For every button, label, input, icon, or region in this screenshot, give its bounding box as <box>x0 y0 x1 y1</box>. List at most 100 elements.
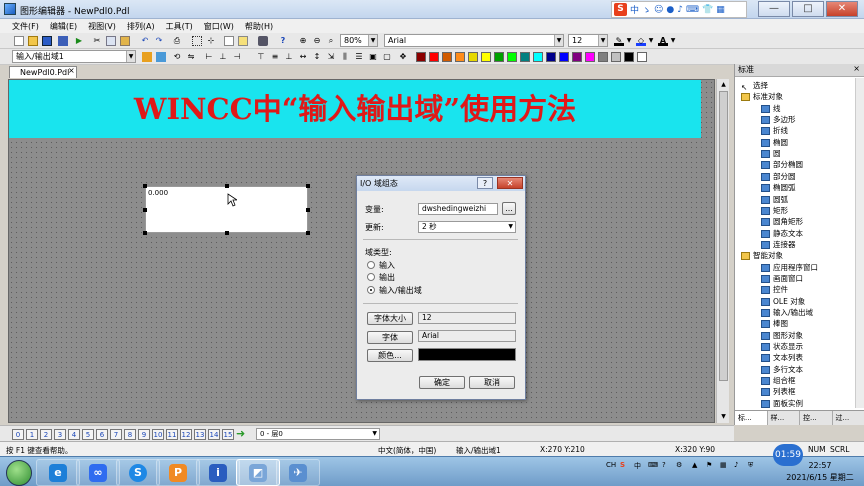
chevron-down-icon[interactable]: ▼ <box>598 35 607 46</box>
close-button[interactable]: ✕ <box>826 1 858 17</box>
page-tab-14[interactable]: 14 <box>208 429 220 440</box>
tray-keyboard-icon[interactable]: ⌨ <box>648 461 658 469</box>
palette-item[interactable]: ↖ 选择 <box>741 80 768 92</box>
tray-arrow-icon[interactable]: ▲ <box>692 461 697 469</box>
palette-color-swatch[interactable] <box>585 52 595 62</box>
palette-item[interactable]: OLE 对象 <box>761 296 805 307</box>
copy-icon[interactable] <box>106 36 116 46</box>
palette-scrollbar[interactable] <box>855 78 864 408</box>
menu-tools[interactable]: 工具(T) <box>166 21 193 32</box>
page-tab-11[interactable]: 11 <box>166 429 178 440</box>
palette-color-swatch[interactable] <box>455 52 465 62</box>
resize-handle[interactable] <box>306 208 310 212</box>
ime-punct-icon[interactable]: ゝ <box>642 3 651 16</box>
zoom-combo[interactable]: 80% ▼ <box>340 34 378 47</box>
cancel-button[interactable]: 取消 <box>469 376 515 389</box>
menu-arrange[interactable]: 排列(A) <box>127 21 155 32</box>
ime-chinese-mode[interactable]: 中 <box>630 3 639 16</box>
menu-view[interactable]: 视图(V) <box>88 21 116 32</box>
chevron-down-icon[interactable]: ▼ <box>554 35 563 46</box>
library-icon[interactable] <box>238 36 248 46</box>
palette-item[interactable]: 部分圆 <box>761 171 796 182</box>
redo-icon[interactable]: ↷ <box>154 36 164 46</box>
ime-toolbox-icon[interactable]: ▦ <box>716 5 725 15</box>
ime-dot-icon[interactable]: ● <box>666 5 674 15</box>
browse-variable-button[interactable]: ... <box>502 202 516 215</box>
open-folder-icon[interactable] <box>28 36 38 46</box>
palette-color-swatch[interactable] <box>611 52 621 62</box>
help-button[interactable]: ? <box>477 177 493 189</box>
print-icon[interactable]: ⎙ <box>172 36 182 46</box>
palette-item[interactable]: 多边形 <box>761 114 796 125</box>
dialog-close-button[interactable]: ✕ <box>497 177 523 189</box>
palette-color-swatch[interactable] <box>442 52 452 62</box>
menu-window[interactable]: 窗口(W) <box>204 21 234 32</box>
tray-sogou-icon[interactable]: S <box>620 461 625 469</box>
minimize-button[interactable]: — <box>758 1 790 17</box>
font-button[interactable]: 字体 <box>367 331 413 344</box>
palette-item[interactable]: 组合框 <box>761 375 796 386</box>
palette-color-swatch[interactable] <box>572 52 582 62</box>
tab-standard[interactable]: 标... <box>735 411 768 425</box>
document-tab[interactable]: NewPdl0.Pdl <box>9 66 77 78</box>
palette-item[interactable]: 连接器 <box>761 239 796 250</box>
zoom-fit-icon[interactable]: ⌕ <box>326 36 336 46</box>
chevron-down-icon[interactable]: ▼ <box>508 222 513 232</box>
layer-combo[interactable]: 0 - 层0 ▼ <box>256 428 380 440</box>
page-tab-12[interactable]: 12 <box>180 429 192 440</box>
page-tab-7[interactable]: 7 <box>110 429 122 440</box>
tab-controls[interactable]: 控... <box>800 411 833 425</box>
page-tab-10[interactable]: 10 <box>152 429 164 440</box>
close-icon[interactable]: × <box>68 66 75 75</box>
palette-color-swatch[interactable] <box>468 52 478 62</box>
title-banner[interactable]: WINCC中“输入输出域”使用方法 <box>9 80 701 138</box>
font-size-combo[interactable]: 12 ▼ <box>568 34 608 47</box>
color-palette-icon[interactable]: ✥ <box>398 52 408 62</box>
palette-color-swatch[interactable] <box>624 52 634 62</box>
mirror-icon[interactable]: ⇋ <box>186 52 196 62</box>
resize-handle[interactable] <box>143 231 147 235</box>
palette-item[interactable]: 文本列表 <box>761 352 803 363</box>
palette-color-swatch[interactable] <box>429 52 439 62</box>
same-size-icon[interactable]: ⇲ <box>326 52 336 62</box>
palette-item[interactable]: 矩形 <box>761 205 788 216</box>
tray-ime-icon[interactable]: 中 <box>634 461 641 471</box>
font-color-icon[interactable]: A <box>658 36 668 46</box>
menu-edit[interactable]: 编辑(E) <box>50 21 77 32</box>
ime-toolbar[interactable]: S 中 ゝ ☺ ● ♪ ⌨ 👕 ▦ <box>611 1 747 18</box>
taskbar-pdf[interactable]: P <box>156 459 200 486</box>
resize-handle[interactable] <box>143 208 147 212</box>
align-left-icon[interactable]: ⊢ <box>204 52 214 62</box>
palette-item[interactable]: 部分椭圆 <box>761 159 803 170</box>
palette-item[interactable]: 智能对象 <box>741 250 783 261</box>
scroll-down-icon[interactable]: ▼ <box>719 412 728 421</box>
line-color-icon[interactable]: ✎ <box>614 36 624 46</box>
taskbar-wincc[interactable]: i <box>196 459 240 486</box>
palette-item[interactable]: 应用程序窗口 <box>761 262 818 273</box>
ok-button[interactable]: 确定 <box>419 376 465 389</box>
undo-icon[interactable]: ↶ <box>140 36 150 46</box>
send-back-icon[interactable]: ▢ <box>382 52 392 62</box>
zoom-in-icon[interactable]: ⊕ <box>298 36 308 46</box>
menu-file[interactable]: 文件(F) <box>12 21 39 32</box>
ungroup-icon[interactable] <box>156 52 166 62</box>
palette-item[interactable]: 圆 <box>761 148 781 159</box>
palette-item[interactable]: 列表框 <box>761 386 796 397</box>
page-tab-15[interactable]: 15 <box>222 429 234 440</box>
bring-front-icon[interactable]: ▣ <box>368 52 378 62</box>
distribute-v-icon[interactable]: ☰ <box>354 52 364 62</box>
radio-input-label[interactable]: 输入 <box>379 260 395 271</box>
scroll-up-icon[interactable]: ▲ <box>719 80 728 89</box>
palette-color-swatch[interactable] <box>494 52 504 62</box>
page-tab-2[interactable]: 2 <box>40 429 52 440</box>
align-bottom-icon[interactable]: ⊥ <box>284 52 294 62</box>
palette-item[interactable]: 棒图 <box>761 318 788 329</box>
palette-item[interactable]: 控件 <box>761 284 788 295</box>
align-top-icon[interactable]: ⊤ <box>256 52 266 62</box>
run-icon[interactable]: ▶ <box>74 36 84 46</box>
rotate-icon[interactable]: ⟲ <box>172 52 182 62</box>
windows-start-icon[interactable] <box>6 460 32 486</box>
taskbar-baidu[interactable]: ∞ <box>76 459 120 486</box>
palette-item[interactable]: 线 <box>761 103 781 114</box>
ime-keyboard-icon[interactable]: ⌨ <box>686 5 699 15</box>
